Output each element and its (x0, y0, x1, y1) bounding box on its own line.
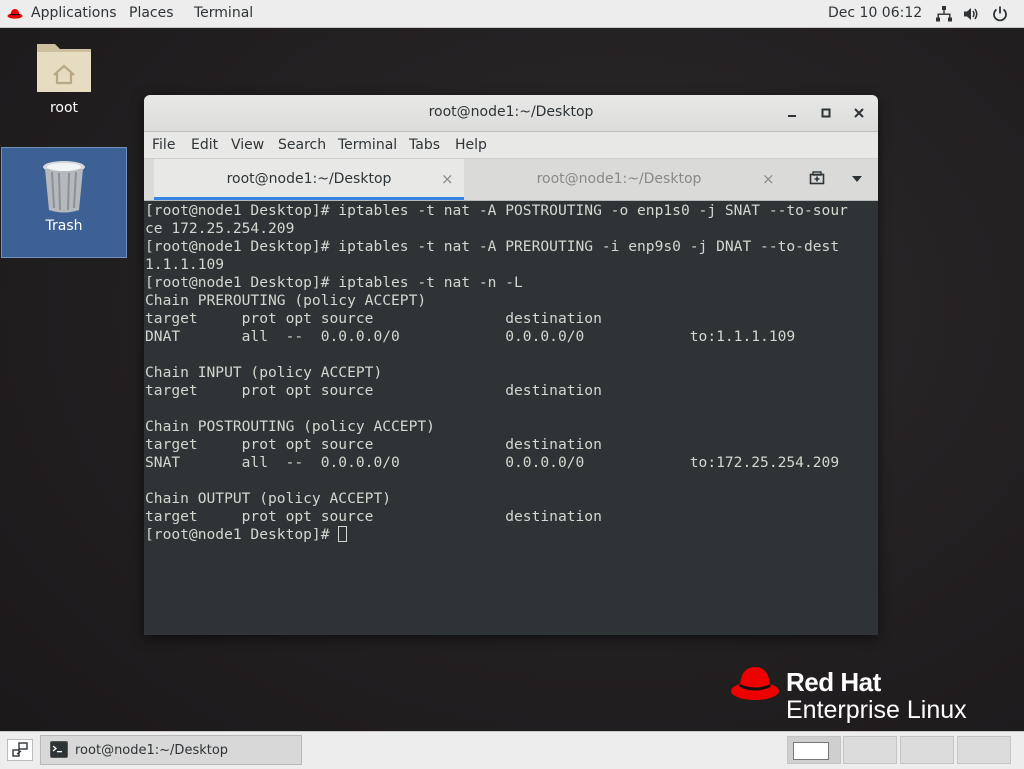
maximize-icon[interactable] (817, 104, 835, 122)
menu-edit[interactable]: Edit (191, 137, 218, 153)
menu-bar: File Edit View Search Terminal Tabs Help (144, 132, 878, 159)
terminal-window[interactable]: root@node1:~/Desktop File Edit View Sear… (144, 95, 878, 635)
workspace-3[interactable] (900, 736, 954, 764)
window-title: root@node1:~/Desktop (428, 104, 594, 120)
menu-search[interactable]: Search (278, 137, 326, 153)
terminal-line: target prot opt source destination (145, 310, 602, 327)
menu-terminal[interactable]: Terminal (338, 137, 397, 153)
terminal-app-menu[interactable]: Terminal (194, 5, 253, 22)
terminal-line: Chain PREROUTING (policy ACCEPT) (145, 292, 427, 309)
terminal-line: [root@node1 Desktop]# iptables -t nat -A… (145, 202, 848, 219)
tab-bar: root@node1:~/Desktop × root@node1:~/Desk… (144, 159, 878, 201)
active-tab-indicator (154, 197, 464, 200)
desktop-icon-trash[interactable]: Trash (1, 147, 127, 258)
menu-file[interactable]: File (152, 137, 175, 153)
text-cursor (338, 526, 348, 542)
redhat-fedora-icon (7, 9, 23, 19)
power-icon[interactable] (991, 5, 1009, 23)
show-desktop-icon (12, 742, 28, 757)
applications-menu[interactable]: Applications (31, 5, 117, 22)
title-bar[interactable]: root@node1:~/Desktop (144, 95, 878, 132)
terminal-line: ce 172.25.254.209 (145, 220, 295, 237)
top-bar: Applications Places Terminal Dec 10 06:1… (0, 0, 1024, 28)
tab-label: root@node1:~/Desktop (226, 171, 392, 187)
terminal-line: [root@node1 Desktop]# iptables -t nat -A… (145, 238, 840, 255)
menu-tabs[interactable]: Tabs (409, 137, 440, 153)
tab-close-icon[interactable]: × (762, 170, 775, 188)
trash-icon (43, 161, 85, 213)
terminal-line: 1.1.1.109 (145, 256, 225, 273)
menu-help[interactable]: Help (455, 137, 487, 153)
workspace-window-thumbnail (793, 742, 829, 760)
workspace-2[interactable] (843, 736, 897, 764)
terminal-prompt: [root@node1 Desktop]# (145, 526, 339, 543)
terminal-line: target prot opt source destination (145, 436, 602, 453)
volume-icon[interactable] (962, 5, 980, 23)
tab-label: root@node1:~/Desktop (536, 171, 702, 187)
places-menu[interactable]: Places (129, 5, 174, 22)
desktop-icon-root[interactable]: root (30, 38, 98, 116)
clock[interactable]: Dec 10 06:12 (828, 5, 922, 22)
brand-line-2: Enterprise Linux (786, 696, 967, 724)
terminal-line: DNAT all -- 0.0.0.0/0 0.0.0.0/0 to:1.1.1… (145, 328, 796, 345)
home-folder-icon (37, 44, 91, 92)
workspace-4[interactable] (957, 736, 1011, 764)
new-tab-icon[interactable] (808, 170, 826, 188)
close-icon[interactable] (850, 104, 868, 122)
terminal-line: [root@node1 Desktop]# iptables -t nat -n… (145, 274, 523, 291)
terminal-line: Chain POSTROUTING (policy ACCEPT) (145, 418, 435, 435)
terminal-line: target prot opt source destination (145, 382, 602, 399)
tab-close-icon[interactable]: × (441, 170, 454, 188)
terminal-icon (50, 741, 68, 758)
network-icon[interactable] (935, 5, 953, 23)
redhat-logo: Red Hat Enterprise Linux (730, 664, 990, 724)
terminal-output[interactable]: [root@node1 Desktop]# iptables -t nat -A… (144, 201, 878, 635)
terminal-line: target prot opt source destination (145, 508, 602, 525)
taskbar-window-item[interactable]: root@node1:~/Desktop (40, 735, 302, 765)
brand-line-1: Red Hat (786, 667, 881, 697)
terminal-line: Chain INPUT (policy ACCEPT) (145, 364, 383, 381)
tab-1[interactable]: root@node1:~/Desktop × (154, 159, 464, 200)
show-desktop-button[interactable] (7, 739, 33, 761)
chevron-down-icon[interactable] (850, 173, 864, 185)
terminal-line: SNAT all -- 0.0.0.0/0 0.0.0.0/0 to:172.2… (145, 454, 840, 471)
desktop-icon-label: Trash (45, 218, 83, 234)
terminal-line: Chain OUTPUT (policy ACCEPT) (145, 490, 392, 507)
menu-view[interactable]: View (231, 137, 264, 153)
tab-2[interactable]: root@node1:~/Desktop × (464, 159, 775, 200)
workspace-1[interactable] (787, 736, 841, 764)
taskbar-item-label: root@node1:~/Desktop (75, 743, 229, 758)
terminal-lines: [root@node1 Desktop]# iptables -t nat -A… (145, 202, 848, 525)
desktop-icon-label: root (49, 100, 79, 116)
bottom-taskbar: root@node1:~/Desktop (0, 731, 1024, 769)
redhat-hat-icon (731, 667, 779, 700)
minimize-icon[interactable] (783, 104, 801, 122)
